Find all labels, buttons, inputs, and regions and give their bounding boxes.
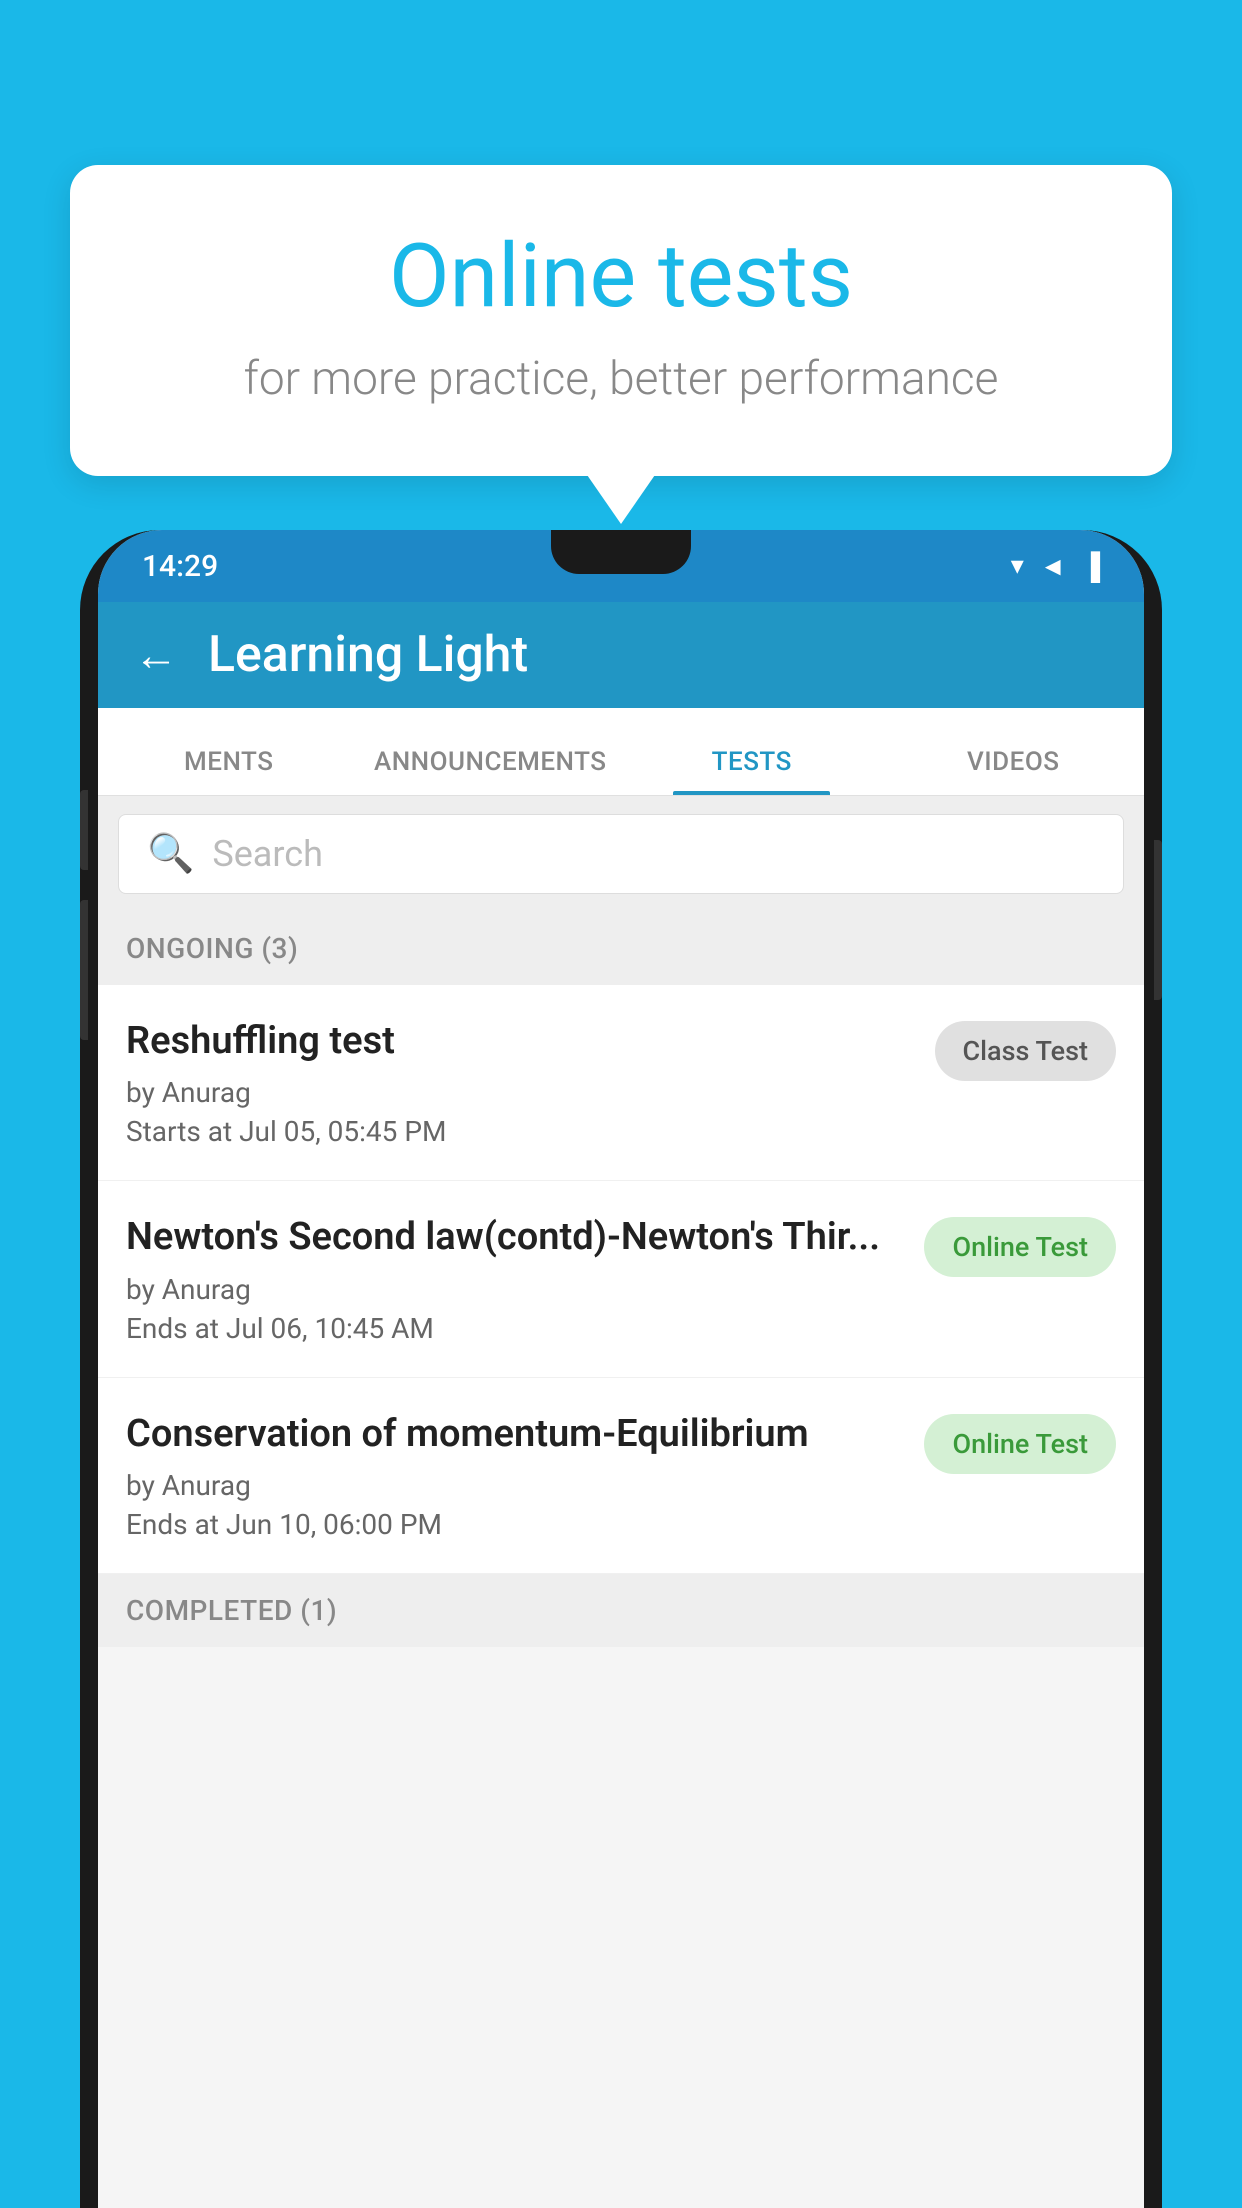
- status-bar: 14:29 ▾ ◄ ▐: [98, 530, 1144, 602]
- test-item[interactable]: Newton's Second law(contd)-Newton's Thir…: [98, 1181, 1144, 1377]
- bubble-title: Online tests: [130, 225, 1112, 328]
- bubble-subtitle: for more practice, better performance: [130, 352, 1112, 406]
- test-date: Starts at Jul 05, 05:45 PM: [126, 1115, 915, 1148]
- test-item[interactable]: Conservation of momentum-Equilibrium by …: [98, 1378, 1144, 1574]
- test-info: Reshuffling test by Anurag Starts at Jul…: [126, 1017, 935, 1148]
- test-info: Newton's Second law(contd)-Newton's Thir…: [126, 1213, 924, 1344]
- search-placeholder: Search: [212, 833, 323, 875]
- back-button[interactable]: ←: [134, 629, 178, 681]
- speech-bubble: Online tests for more practice, better p…: [70, 165, 1172, 476]
- signal-icon: ◄: [1040, 551, 1066, 582]
- test-badge: Class Test: [935, 1021, 1117, 1081]
- app-title: Learning Light: [208, 626, 528, 684]
- test-item[interactable]: Reshuffling test by Anurag Starts at Jul…: [98, 985, 1144, 1181]
- tab-bar: MENTS ANNOUNCEMENTS TESTS VIDEOS: [98, 708, 1144, 796]
- test-info: Conservation of momentum-Equilibrium by …: [126, 1410, 924, 1541]
- test-name: Conservation of momentum-Equilibrium: [126, 1410, 904, 1459]
- status-icons: ▾ ◄ ▐: [1011, 551, 1100, 582]
- phone-vol-up-button: [80, 790, 88, 870]
- test-list: Reshuffling test by Anurag Starts at Jul…: [98, 985, 1144, 1574]
- phone-frame: 14:29 ▾ ◄ ▐ ← Learning Light MENTS ANNOU…: [80, 530, 1162, 2208]
- search-container: 🔍 Search: [98, 796, 1144, 912]
- ongoing-section-header: ONGOING (3): [98, 912, 1144, 985]
- test-badge: Online Test: [924, 1414, 1116, 1474]
- completed-section-header: COMPLETED (1): [98, 1574, 1144, 1647]
- test-date: Ends at Jun 10, 06:00 PM: [126, 1508, 904, 1541]
- app-header: ← Learning Light: [98, 602, 1144, 708]
- status-time: 14:29: [142, 549, 218, 584]
- test-date: Ends at Jul 06, 10:45 AM: [126, 1312, 904, 1345]
- phone-power-button: [1154, 840, 1162, 1000]
- test-badge: Online Test: [924, 1217, 1116, 1277]
- tab-assignments[interactable]: MENTS: [98, 747, 360, 795]
- notch: [551, 530, 691, 574]
- tab-announcements[interactable]: ANNOUNCEMENTS: [360, 747, 622, 795]
- tab-videos[interactable]: VIDEOS: [883, 747, 1145, 795]
- test-author: by Anurag: [126, 1273, 904, 1306]
- phone-vol-down-button: [80, 900, 88, 1040]
- test-name: Reshuffling test: [126, 1017, 915, 1066]
- battery-icon: ▐: [1082, 551, 1100, 582]
- test-author: by Anurag: [126, 1469, 904, 1502]
- wifi-icon: ▾: [1011, 551, 1024, 581]
- test-author: by Anurag: [126, 1076, 915, 1109]
- search-bar[interactable]: 🔍 Search: [118, 814, 1124, 894]
- phone-screen: 14:29 ▾ ◄ ▐ ← Learning Light MENTS ANNOU…: [98, 530, 1144, 2208]
- tab-tests[interactable]: TESTS: [621, 747, 883, 795]
- test-name: Newton's Second law(contd)-Newton's Thir…: [126, 1213, 904, 1262]
- search-icon: 🔍: [147, 832, 194, 876]
